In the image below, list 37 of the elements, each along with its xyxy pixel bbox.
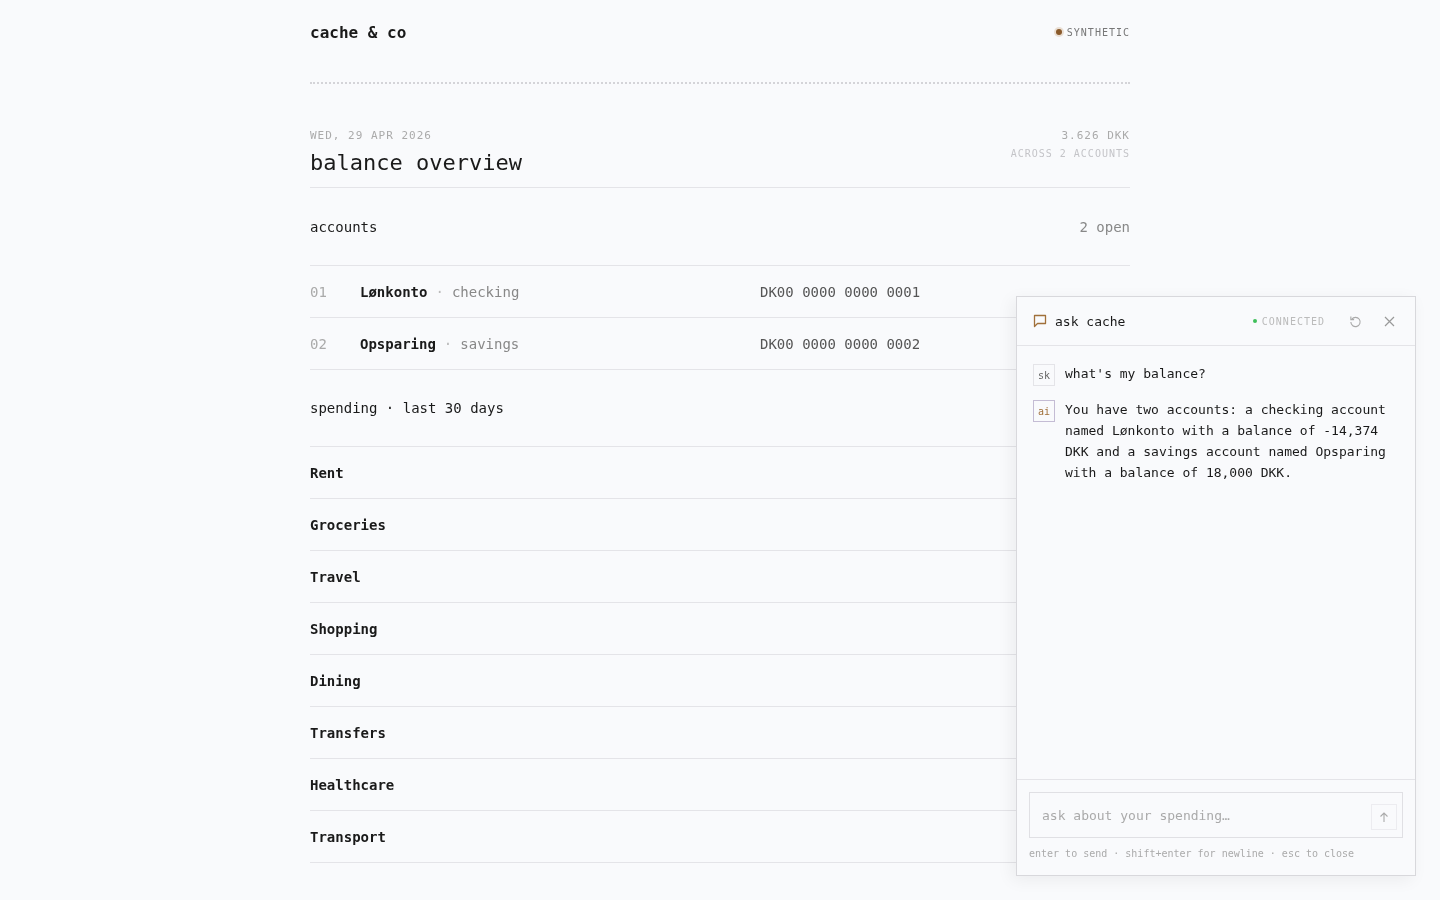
chat-bubble-icon [1033, 314, 1047, 328]
row-number: 01 [310, 283, 328, 300]
row-number: 02 [310, 335, 328, 352]
message-text: You have two accounts: a checking account named Lønkonto with a balance of -14,374 DKK and a savings account named Opsparing with a balance of 18,000 DKK. [1065, 401, 1387, 482]
badge-label: SYNTHETIC [1066, 26, 1130, 38]
total-balance: 3.626 DKK [1060, 129, 1130, 142]
arrow-up-icon [1379, 811, 1389, 823]
category-name: Transport [310, 828, 386, 845]
message-input[interactable]: ask about your spending… [1029, 792, 1403, 838]
message-text: what's my balance? [1065, 365, 1206, 383]
account-type: checking [451, 283, 520, 300]
connection-status: CONNECTED [1261, 315, 1325, 327]
separator-dot: · [435, 283, 444, 300]
category-name: Shopping [310, 620, 378, 637]
category-name: Travel [310, 568, 361, 585]
category-name: Transfers [310, 724, 386, 741]
section-title: spending · last 30 days [310, 400, 504, 416]
category-name: Healthcare [310, 776, 395, 793]
account-name: Lønkonto [360, 283, 428, 300]
date-label: WED, 29 APR 2026 [310, 129, 433, 142]
section-title: accounts [310, 218, 378, 235]
account-iban: DK00 0000 0000 0001 [760, 283, 922, 300]
page-title: balance overview [310, 150, 522, 175]
account-name: Opsparing [360, 335, 436, 352]
avatar-badge: sk [1033, 364, 1055, 386]
category-name: Groceries [310, 516, 386, 533]
account-iban: DK00 0000 0000 0002 [760, 335, 922, 352]
avatar-badge: ai [1033, 400, 1055, 422]
separator-dot: · [443, 335, 453, 352]
send-button[interactable] [1371, 804, 1397, 830]
keyboard-hint: enter to send · shift+enter for newline · esc to close [1029, 848, 1356, 859]
account-count: 2 open [1079, 218, 1130, 235]
category-name: Rent [310, 464, 344, 481]
chat-title: ask cache [1055, 313, 1127, 329]
brand-name: cache & co [310, 22, 407, 42]
category-name: Dining [310, 672, 361, 689]
account-type: savings [460, 335, 520, 352]
